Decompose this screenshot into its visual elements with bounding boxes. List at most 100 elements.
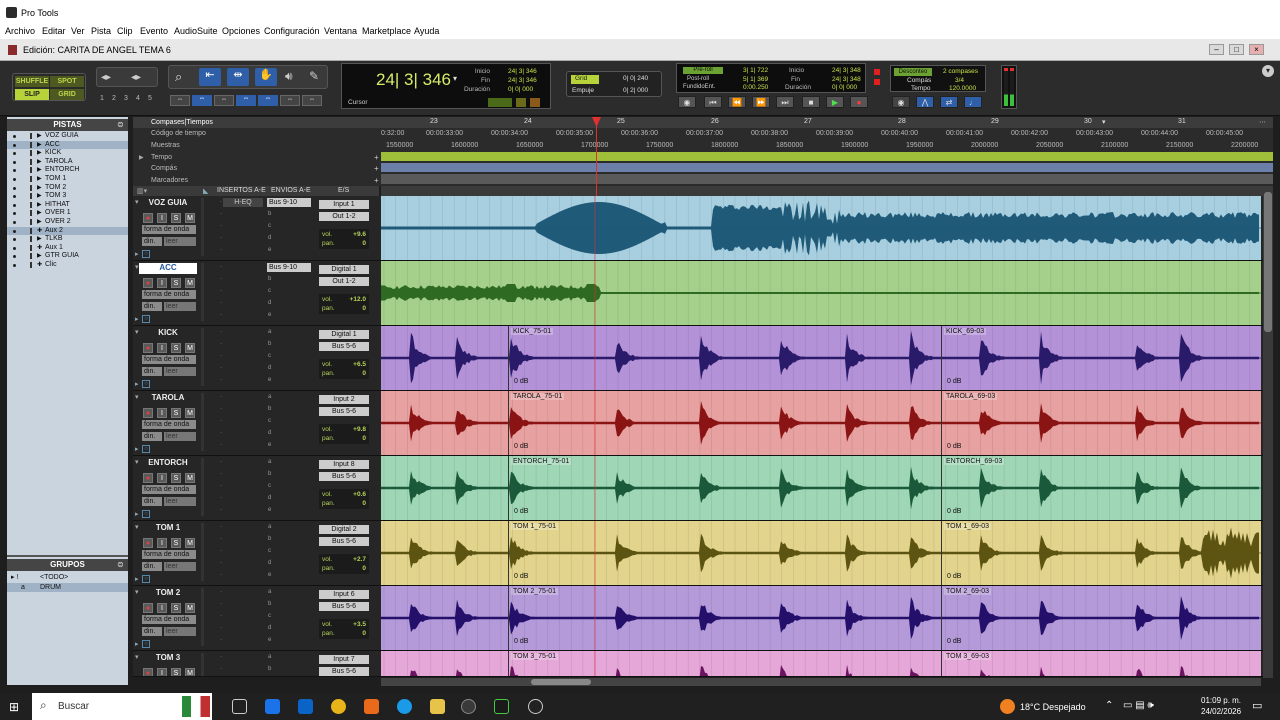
- clip-name[interactable]: ENTORCH_75-01: [511, 458, 572, 465]
- track-list-item[interactable]: ▶ TOM 1: [7, 175, 128, 184]
- track-list-item[interactable]: ▶ KICK: [7, 149, 128, 158]
- volume-pan-display[interactable]: vol. +9.6 pan. 0: [319, 229, 369, 249]
- track-list-item[interactable]: ▶ GTR GUIA: [7, 252, 128, 261]
- playlist-icon[interactable]: ○: [142, 640, 150, 648]
- edge-icon[interactable]: [397, 699, 412, 714]
- insert-slot[interactable]: ·: [220, 312, 222, 318]
- track-view-selector[interactable]: forma de onda: [142, 290, 196, 299]
- send-slot-a[interactable]: a: [268, 459, 271, 465]
- track-view-selector[interactable]: forma de onda: [142, 550, 196, 559]
- track-view-selector[interactable]: forma de onda: [142, 615, 196, 624]
- volume-pan-display[interactable]: vol. +12.0 pan. 0: [319, 294, 369, 314]
- link-timeline-icon[interactable]: ⇔: [192, 95, 212, 106]
- output-selector[interactable]: Bus 5-6: [319, 602, 369, 611]
- send-slot-e[interactable]: e: [268, 637, 271, 643]
- clip-name[interactable]: TOM 2_69-03: [944, 588, 992, 595]
- countoff-button[interactable]: Desconteo: [894, 68, 932, 76]
- ruler-menu-icon[interactable]: ⋯: [1259, 118, 1266, 126]
- send-slot-b[interactable]: b: [268, 341, 271, 347]
- track-list-item[interactable]: ▶ TLKB: [7, 235, 128, 244]
- mute-button[interactable]: M: [185, 408, 195, 418]
- send-slot-a[interactable]: a: [268, 524, 271, 530]
- groups-list-header[interactable]: GRUPOS: [7, 559, 128, 571]
- mute-button[interactable]: M: [185, 213, 195, 223]
- solo-button[interactable]: S: [171, 668, 181, 676]
- send-slot-a[interactable]: a: [268, 589, 271, 595]
- obs-icon[interactable]: [528, 699, 543, 714]
- track[interactable]: KICK ▾ ● I S Mforma de onda din. leer ▸ ○ · · · · · a b c…: [133, 326, 1263, 391]
- track-list-item[interactable]: ▶ TOM 2: [7, 184, 128, 193]
- volume-pan-display[interactable]: vol. +6.5 pan. 0: [319, 359, 369, 379]
- volume-value[interactable]: +2.7: [353, 555, 366, 564]
- mirror-midi-icon[interactable]: ⇔: [258, 95, 278, 106]
- send-slot-e[interactable]: e: [268, 247, 271, 253]
- minimize-button[interactable]: –: [1209, 44, 1224, 55]
- send-bus[interactable]: Bus 9-10: [267, 263, 311, 272]
- track-expand-icon[interactable]: ▾: [135, 458, 139, 466]
- record-enable-button[interactable]: ●: [143, 408, 153, 418]
- record-enable-button[interactable]: ●: [143, 213, 153, 223]
- volume-value[interactable]: +6.5: [353, 360, 366, 369]
- postroll-button[interactable]: Post-roll: [687, 76, 709, 82]
- samples-ruler-label[interactable]: Muestras: [151, 142, 180, 149]
- slip-mode-button[interactable]: SLIP: [15, 89, 49, 100]
- clip-name[interactable]: TOM 2_75-01: [511, 588, 559, 595]
- tempo-expand-icon[interactable]: ▶: [139, 154, 144, 161]
- insert-slot[interactable]: ·: [220, 341, 222, 347]
- clip-gain[interactable]: 0 dB: [947, 573, 961, 580]
- send-slot-d[interactable]: d: [268, 235, 271, 241]
- clip-name[interactable]: TAROLA_69-03: [944, 393, 998, 400]
- group-list-item[interactable]: ▸ ! <TODO>: [7, 573, 128, 582]
- insert-slot[interactable]: ·: [220, 211, 222, 217]
- clip-boundary[interactable]: [508, 456, 509, 520]
- preroll-button[interactable]: Pre-roll: [683, 67, 723, 74]
- send-slot-a[interactable]: a: [268, 394, 271, 400]
- input-monitor-button[interactable]: I: [157, 603, 167, 613]
- menu-archivo[interactable]: Archivo: [5, 26, 35, 36]
- clip-name[interactable]: TOM 1_69-03: [944, 523, 992, 530]
- insert-slot[interactable]: ·: [220, 495, 222, 501]
- go-to-end-icon[interactable]: ⏭: [776, 96, 794, 108]
- clip-boundary[interactable]: [941, 521, 942, 585]
- markers-ruler-label[interactable]: Marcadores: [151, 177, 188, 184]
- clip-gain[interactable]: 0 dB: [514, 508, 528, 515]
- input-monitor-button[interactable]: I: [157, 668, 167, 676]
- track-list-item[interactable]: ▶ ACC: [7, 140, 128, 150]
- volume-value[interactable]: +9.8: [353, 425, 366, 434]
- add-marker-icon[interactable]: +: [374, 176, 379, 185]
- track-view-selector[interactable]: forma de onda: [142, 420, 196, 429]
- track-expand-icon[interactable]: ▾: [135, 328, 139, 336]
- length-value[interactable]: 0| 0| 000: [508, 86, 533, 93]
- insert-slot[interactable]: ·: [220, 666, 222, 672]
- input-selector[interactable]: Input 6: [319, 590, 369, 599]
- zoom-out-icon[interactable]: ◂▸: [101, 72, 111, 83]
- send-slot-d[interactable]: d: [268, 365, 271, 371]
- send-slot-a[interactable]: a: [268, 654, 271, 660]
- output-selector[interactable]: Out 1-2: [319, 212, 369, 221]
- track-playlist-lane[interactable]: TOM 3_75-010 dBTOM 3_69-030 dB: [381, 651, 1261, 676]
- insert-slot[interactable]: ·: [220, 235, 222, 241]
- track-playlist-lane[interactable]: TAROLA_75-01 0 dB TAROLA_69-03 0 dB: [381, 391, 1261, 455]
- groups-menu-icon[interactable]: ⊜: [117, 560, 124, 569]
- insert-slot[interactable]: ·: [220, 536, 222, 542]
- automation-mode[interactable]: leer: [164, 627, 196, 636]
- send-slot-c[interactable]: c: [268, 483, 271, 489]
- group-list-item[interactable]: a DRUM: [7, 583, 128, 592]
- track-sort-icon[interactable]: ◣: [203, 187, 208, 195]
- add-tempo-icon[interactable]: +: [374, 153, 379, 162]
- meter-ruler-label[interactable]: Compás: [151, 165, 177, 172]
- send-slot-c[interactable]: c: [268, 223, 271, 229]
- clip-boundary[interactable]: [508, 521, 509, 585]
- input-monitor-button[interactable]: I: [157, 538, 167, 548]
- maximize-button[interactable]: □: [1229, 44, 1244, 55]
- menu-marketplace[interactable]: Marketplace: [362, 26, 411, 36]
- clip-boundary[interactable]: [508, 391, 509, 455]
- add-meter-icon[interactable]: +: [374, 164, 379, 173]
- track-name[interactable]: ACC: [139, 263, 197, 274]
- grabber-tool-icon[interactable]: ✋: [255, 68, 277, 86]
- clip-name[interactable]: TAROLA_75-01: [511, 393, 565, 400]
- input-selector[interactable]: Digital 2: [319, 525, 369, 534]
- track-playlist-lane[interactable]: [381, 196, 1261, 260]
- record-enable-button[interactable]: ●: [143, 538, 153, 548]
- nudge-value[interactable]: 0| 2| 000: [623, 87, 648, 94]
